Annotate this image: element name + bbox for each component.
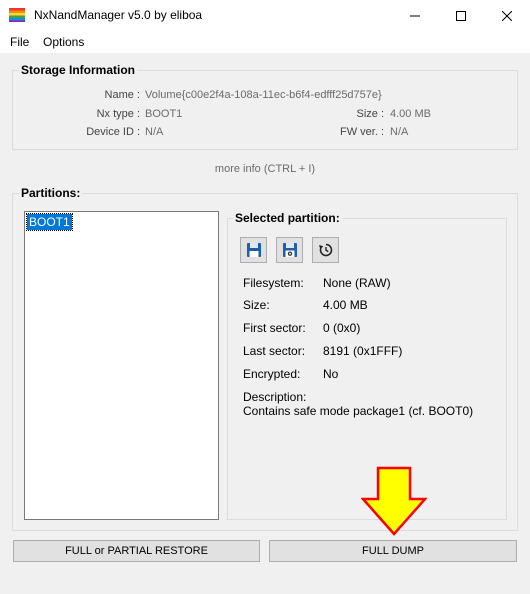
nx-type-value: BOOT1 xyxy=(145,108,183,120)
dump-partition-button[interactable] xyxy=(240,237,267,263)
description-label: Description: xyxy=(243,390,307,404)
fw-ver-label: FW ver. : xyxy=(340,126,384,138)
close-button[interactable] xyxy=(484,0,530,31)
save-icon xyxy=(246,243,261,257)
last-sector-value: 8191 (0x1FFF) xyxy=(323,344,403,358)
minimize-button[interactable] xyxy=(392,0,438,31)
size-label: Size : xyxy=(356,108,384,120)
description-value: Contains safe mode package1 (cf. BOOT0) xyxy=(243,404,474,418)
partition-item-boot1[interactable]: BOOT1 xyxy=(26,213,73,231)
device-id-value: N/A xyxy=(145,126,164,138)
minimize-icon xyxy=(410,15,420,16)
app-rainbow-heart-icon xyxy=(9,8,25,22)
window-title: NxNandManager v5.0 by eliboa xyxy=(34,8,203,22)
maximize-icon xyxy=(456,10,466,21)
device-id-label: Device ID : xyxy=(86,126,140,138)
restore-partition-button[interactable] xyxy=(312,237,339,263)
full-dump-button[interactable]: FULL DUMP xyxy=(269,540,517,562)
last-sector-label: Last sector: xyxy=(243,344,306,358)
filesystem-label: Filesystem: xyxy=(243,276,304,290)
more-info-link[interactable]: more info (CTRL + I) xyxy=(0,163,530,175)
menu-options[interactable]: Options xyxy=(43,35,84,49)
title-bar[interactable]: NxNandManager v5.0 by eliboa xyxy=(0,0,530,31)
storage-info-title: Storage Information xyxy=(19,63,138,77)
restore-icon xyxy=(318,243,332,257)
encrypted-label: Encrypted: xyxy=(243,367,301,381)
maximize-button[interactable] xyxy=(438,0,484,31)
size-value: 4.00 MB xyxy=(390,108,431,120)
menu-file[interactable]: File xyxy=(10,35,29,49)
name-label: Name : xyxy=(104,89,140,101)
dump-options-button[interactable] xyxy=(276,237,303,263)
partition-list[interactable]: BOOT1 xyxy=(24,211,219,520)
partition-size-label: Size: xyxy=(243,298,270,312)
encrypted-value: No xyxy=(323,367,339,381)
menu-bar: File Options xyxy=(0,31,530,53)
save-settings-icon xyxy=(282,243,297,257)
first-sector-label: First sector: xyxy=(243,321,306,335)
selected-partition-title: Selected partition: xyxy=(233,211,342,225)
close-icon xyxy=(502,10,512,21)
full-partial-restore-button[interactable]: FULL or PARTIAL RESTORE xyxy=(13,540,260,562)
name-value: Volume{c00e2f4a-108a-11ec-b6f4-edfff25d7… xyxy=(145,89,382,101)
down-arrow-icon xyxy=(361,466,427,536)
partitions-title: Partitions: xyxy=(19,186,83,200)
first-sector-value: 0 (0x0) xyxy=(323,321,361,335)
partition-size-value: 4.00 MB xyxy=(323,298,368,312)
filesystem-value: None (RAW) xyxy=(323,276,391,290)
nx-type-label: Nx type : xyxy=(96,108,140,120)
fw-ver-value: N/A xyxy=(390,126,409,138)
